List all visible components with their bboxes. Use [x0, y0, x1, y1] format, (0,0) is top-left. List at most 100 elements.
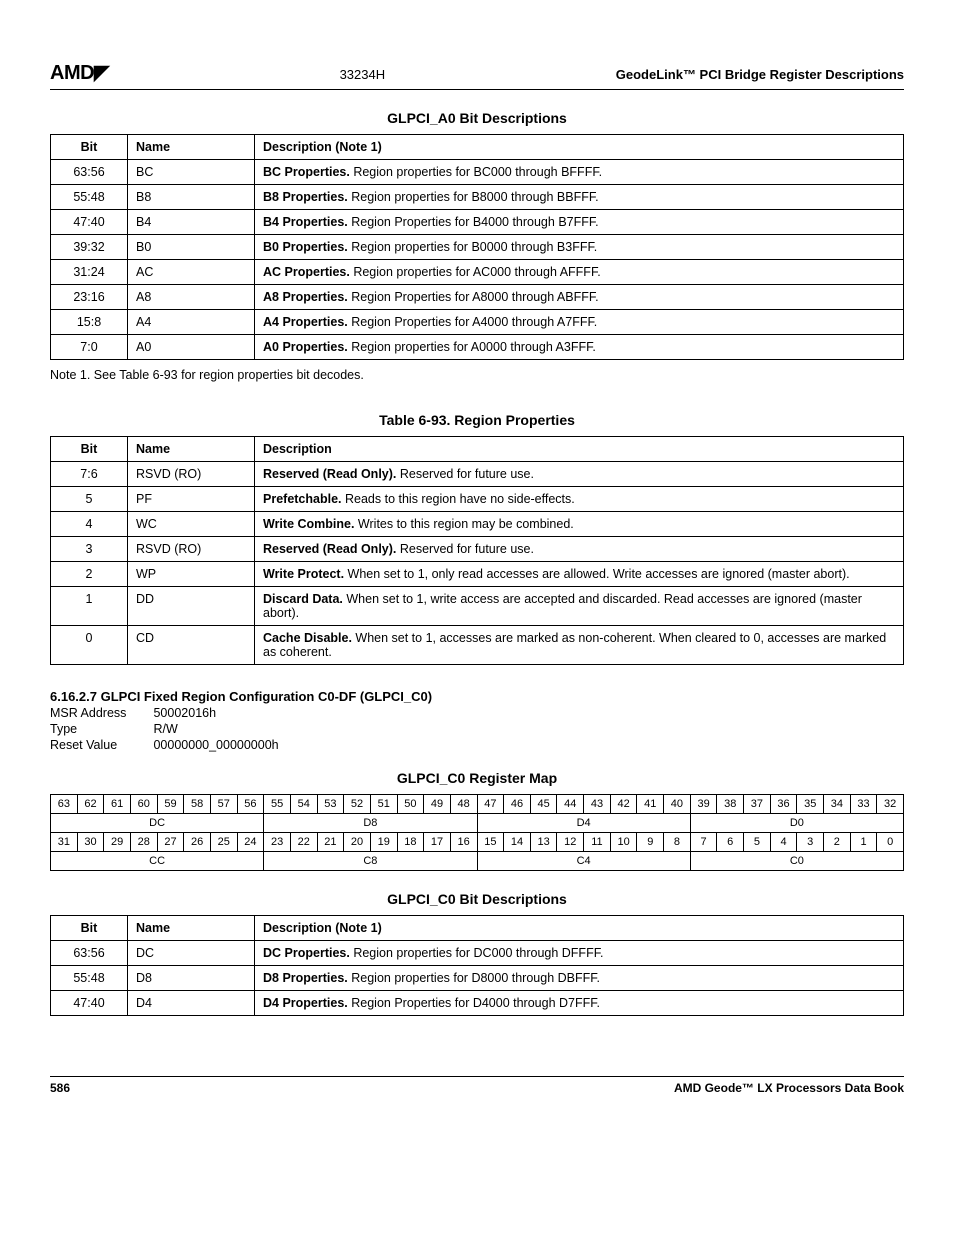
bit-cell: 1 — [850, 833, 877, 852]
bit-cell: 13 — [530, 833, 557, 852]
bit-cell: 55 — [264, 795, 291, 814]
page-header: AMD◤ 33234H GeodeLink™ PCI Bridge Regist… — [50, 60, 904, 90]
bit-cell: 20 — [344, 833, 371, 852]
region-props-table: Bit Name Description 7:6RSVD (RO)Reserve… — [50, 436, 904, 665]
bit-cell: 56 — [237, 795, 264, 814]
bit-cell: 23 — [264, 833, 291, 852]
type-row: Type R/W — [50, 722, 904, 736]
table-row: 39:32B0B0 Properties. Region properties … — [51, 235, 904, 260]
region-props-title: Table 6-93. Region Properties — [50, 412, 904, 428]
col-desc: Description — [255, 437, 904, 462]
bit-cell: 16 — [450, 833, 477, 852]
col-desc: Description (Note 1) — [255, 916, 904, 941]
field-name-cell: DC — [51, 814, 264, 833]
table-row: 7:6RSVD (RO)Reserved (Read Only). Reserv… — [51, 462, 904, 487]
glpci-c0-bits-title: GLPCI_C0 Bit Descriptions — [50, 891, 904, 907]
table-row: 5PFPrefetchable. Reads to this region ha… — [51, 487, 904, 512]
table-row: 23:16A8A8 Properties. Region Properties … — [51, 285, 904, 310]
doc-number: 33234H — [340, 67, 386, 82]
bit-cell: 50 — [397, 795, 424, 814]
table-row: 4WCWrite Combine. Writes to this region … — [51, 512, 904, 537]
bit-cell: 35 — [797, 795, 824, 814]
regmap-title: GLPCI_C0 Register Map — [50, 770, 904, 786]
bit-cell: 57 — [210, 795, 237, 814]
msr-address: MSR Address 50002016h — [50, 706, 904, 720]
col-bit: Bit — [51, 135, 128, 160]
glpci-c0-regmap: 6362616059585756555453525150494847464544… — [50, 794, 904, 871]
header-title: GeodeLink™ PCI Bridge Register Descripti… — [616, 67, 904, 82]
table-row: 47:40B4B4 Properties. Region Properties … — [51, 210, 904, 235]
bit-cell: 5 — [744, 833, 771, 852]
field-name-cell: D8 — [264, 814, 477, 833]
bit-cell: 8 — [664, 833, 691, 852]
page-number: 586 — [50, 1081, 70, 1095]
bit-cell: 37 — [744, 795, 771, 814]
bit-cell: 33 — [850, 795, 877, 814]
bit-cell: 0 — [877, 833, 904, 852]
table-row: 1DDDiscard Data. When set to 1, write ac… — [51, 587, 904, 626]
glpci-a0-title: GLPCI_A0 Bit Descriptions — [50, 110, 904, 126]
bit-cell: 28 — [130, 833, 157, 852]
table-row: 3RSVD (RO)Reserved (Read Only). Reserved… — [51, 537, 904, 562]
bit-cell: 15 — [477, 833, 504, 852]
section-heading: 6.16.2.7 GLPCI Fixed Region Configuratio… — [50, 689, 904, 704]
bit-cell: 62 — [77, 795, 104, 814]
glpci-c0-bits-table: Bit Name Description (Note 1) 63:56DCDC … — [50, 915, 904, 1016]
bit-cell: 43 — [584, 795, 611, 814]
bit-cell: 26 — [184, 833, 211, 852]
col-desc: Description (Note 1) — [255, 135, 904, 160]
col-bit: Bit — [51, 437, 128, 462]
bit-cell: 3 — [797, 833, 824, 852]
bit-cell: 6 — [717, 833, 744, 852]
bit-cell: 32 — [877, 795, 904, 814]
bit-cell: 54 — [290, 795, 317, 814]
bit-cell: 45 — [530, 795, 557, 814]
field-name-cell: C0 — [690, 852, 903, 871]
field-name-cell: D0 — [690, 814, 903, 833]
bit-cell: 27 — [157, 833, 184, 852]
bit-cell: 36 — [770, 795, 797, 814]
bit-cell: 29 — [104, 833, 131, 852]
bit-cell: 25 — [210, 833, 237, 852]
table-row: 63:56BCBC Properties. Region properties … — [51, 160, 904, 185]
amd-logo: AMD◤ — [50, 60, 109, 85]
bit-cell: 47 — [477, 795, 504, 814]
bit-cell: 2 — [824, 833, 851, 852]
bit-cell: 17 — [424, 833, 451, 852]
book-title: AMD Geode™ LX Processors Data Book — [674, 1081, 904, 1095]
bit-cell: 12 — [557, 833, 584, 852]
bit-cell: 49 — [424, 795, 451, 814]
bit-cell: 59 — [157, 795, 184, 814]
field-name-cell: D4 — [477, 814, 690, 833]
bit-cell: 9 — [637, 833, 664, 852]
table-row: 55:48B8B8 Properties. Region properties … — [51, 185, 904, 210]
bit-cell: 30 — [77, 833, 104, 852]
bit-cell: 48 — [450, 795, 477, 814]
glpci-a0-note: Note 1. See Table 6-93 for region proper… — [50, 368, 904, 382]
bit-cell: 41 — [637, 795, 664, 814]
bit-cell: 52 — [344, 795, 371, 814]
bit-cell: 42 — [610, 795, 637, 814]
field-name-cell: C8 — [264, 852, 477, 871]
bit-cell: 31 — [51, 833, 78, 852]
bit-cell: 34 — [824, 795, 851, 814]
table-row: 15:8A4A4 Properties. Region Properties f… — [51, 310, 904, 335]
bit-cell: 11 — [584, 833, 611, 852]
bit-cell: 38 — [717, 795, 744, 814]
table-row: 47:40D4D4 Properties. Region Properties … — [51, 991, 904, 1016]
bit-cell: 7 — [690, 833, 717, 852]
table-row: 0CDCache Disable. When set to 1, accesse… — [51, 626, 904, 665]
bit-cell: 39 — [690, 795, 717, 814]
bit-cell: 19 — [370, 833, 397, 852]
bit-cell: 63 — [51, 795, 78, 814]
glpci-a0-table: Bit Name Description (Note 1) 63:56BCBC … — [50, 134, 904, 360]
bit-cell: 44 — [557, 795, 584, 814]
bit-cell: 40 — [664, 795, 691, 814]
table-row: 63:56DCDC Properties. Region properties … — [51, 941, 904, 966]
bit-cell: 53 — [317, 795, 344, 814]
col-name: Name — [128, 437, 255, 462]
field-name-cell: C4 — [477, 852, 690, 871]
table-row: 31:24ACAC Properties. Region properties … — [51, 260, 904, 285]
table-row: 55:48D8D8 Properties. Region properties … — [51, 966, 904, 991]
bit-cell: 61 — [104, 795, 131, 814]
